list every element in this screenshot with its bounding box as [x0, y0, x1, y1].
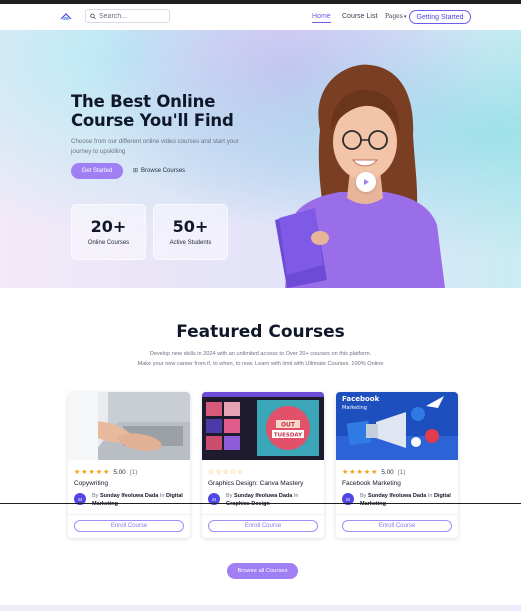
- card-divider: [68, 514, 190, 515]
- author-text: By Sunday Ifeoluwa Dada In Digital Marke…: [360, 492, 452, 508]
- course-title[interactable]: Graphics Design: Canva Mastery: [208, 480, 303, 487]
- by-label: By: [360, 493, 367, 499]
- enroll-course-button[interactable]: Enroll Course: [342, 520, 452, 532]
- getting-started-button[interactable]: Getting Started: [409, 10, 471, 24]
- featured-courses-subtitle: Develop new skills in 2024 with an unlim…: [0, 349, 521, 369]
- in-label: In: [159, 493, 165, 499]
- stat-label: Active Students: [169, 240, 212, 246]
- nav-pages-dropdown[interactable]: Pages▾: [385, 13, 406, 20]
- rating-stars: ☆☆☆☆☆: [208, 469, 245, 476]
- rating-count: (1): [129, 468, 138, 476]
- author-text: By Sunday Ifeoluwa Dada In Digital Marke…: [92, 492, 184, 508]
- chevron-down-icon: ▾: [403, 14, 407, 20]
- featured-subtitle-line: Make your new career from if, to when, t…: [137, 361, 384, 367]
- course-title[interactable]: Copywriting: [74, 480, 108, 487]
- stat-value: 20+: [90, 217, 127, 236]
- grid-icon: ⊞: [133, 168, 139, 174]
- course-card-copywriting[interactable]: ★★★★★ 5.00 (1) Copywriting SI By Sunday …: [68, 392, 190, 538]
- course-thumbnail-canva: OUT TUESDAY: [202, 392, 324, 460]
- in-label: In: [427, 493, 433, 499]
- canva-out-text: OUT: [281, 422, 296, 429]
- hero-title: The Best Online Course You'll Find: [71, 92, 234, 130]
- course-author: SI By Sunday Ifeoluwa Dada In Digital Ma…: [74, 492, 184, 508]
- card-divider: [336, 514, 458, 515]
- rating-stars: ★★★★★: [342, 469, 379, 476]
- course-thumbnail-facebook: Facebook Marketing: [336, 392, 458, 460]
- horizontal-rule-overlay: [0, 503, 521, 504]
- search-input[interactable]: [99, 12, 169, 20]
- course-category[interactable]: Graphics Design: [226, 501, 270, 507]
- search-icon: [90, 13, 96, 19]
- by-label: By: [226, 493, 233, 499]
- stat-card-courses: 20+ Online Courses: [71, 204, 146, 260]
- course-author: SI By Sunday Ifeoluwa Dada In Digital Ma…: [342, 492, 452, 508]
- enroll-course-button[interactable]: Enroll Course: [208, 520, 318, 532]
- course-title[interactable]: Facebook Marketing: [342, 480, 401, 487]
- facebook-thumb-title: Facebook: [342, 395, 380, 403]
- play-icon: [364, 179, 369, 185]
- play-video-button[interactable]: [356, 172, 376, 192]
- course-rating: ★★★★★ 5.00 (1): [74, 468, 138, 477]
- by-label: By: [92, 493, 99, 499]
- nav-pages-label: Pages: [385, 13, 403, 20]
- hero-subtitle: Choose from our different online video c…: [71, 138, 239, 155]
- nav-link-home[interactable]: Home: [312, 13, 331, 23]
- facebook-thumb-subtitle: Marketing: [342, 405, 367, 411]
- card-divider: [202, 514, 324, 515]
- author-name[interactable]: Sunday Ifeoluwa Dada: [234, 493, 292, 499]
- get-started-button[interactable]: Get Started: [71, 163, 123, 179]
- course-card-facebook-marketing[interactable]: Facebook Marketing ★★★★★ 5.00 (1) Facebo…: [336, 392, 458, 538]
- course-card-graphics-design[interactable]: OUT TUESDAY ☆☆☆☆☆ Graphics Design: Canva…: [202, 392, 324, 538]
- browse-courses-link[interactable]: ⊞ Browse Courses: [133, 167, 186, 175]
- stat-label: Online Courses: [87, 240, 130, 246]
- stat-card-students: 50+ Active Students: [153, 204, 228, 260]
- browse-all-courses-button[interactable]: Browse all Courses: [227, 563, 298, 579]
- nav-link-course-list[interactable]: Course List: [342, 13, 377, 20]
- rating-stars: ★★★★★: [74, 469, 111, 476]
- course-rating: ★★★★★ 5.00 (1): [342, 468, 406, 477]
- featured-subtitle-line: Develop new skills in 2024 with an unlim…: [149, 351, 372, 357]
- in-label: In: [293, 493, 299, 499]
- featured-courses-title: Featured Courses: [176, 322, 345, 342]
- next-section-strip: [0, 605, 521, 611]
- stat-value: 50+: [172, 217, 209, 236]
- rating-count: (1): [397, 468, 406, 476]
- search-box[interactable]: [85, 9, 170, 23]
- rating-value: 5.00: [381, 468, 394, 476]
- author-text: By Sunday Ifeoluwa Dada In Graphics Desi…: [226, 492, 318, 508]
- course-thumbnail-laptop: [68, 392, 190, 460]
- navbar: Home Course List Pages▾ Getting Started: [0, 4, 521, 30]
- site-logo[interactable]: [59, 12, 73, 21]
- author-name[interactable]: Sunday Ifeoluwa Dada: [368, 493, 426, 499]
- enroll-course-button[interactable]: Enroll Course: [74, 520, 184, 532]
- course-author: SI By Sunday Ifeoluwa Dada In Graphics D…: [208, 492, 318, 508]
- hero-section: The Best Online Course You'll Find Choos…: [0, 30, 521, 288]
- course-rating: ☆☆☆☆☆: [208, 468, 244, 476]
- rating-value: 5.00: [113, 468, 126, 476]
- browse-courses-label: Browse Courses: [141, 167, 186, 174]
- canva-day-text: TUESDAY: [274, 433, 303, 439]
- author-name[interactable]: Sunday Ifeoluwa Dada: [100, 493, 158, 499]
